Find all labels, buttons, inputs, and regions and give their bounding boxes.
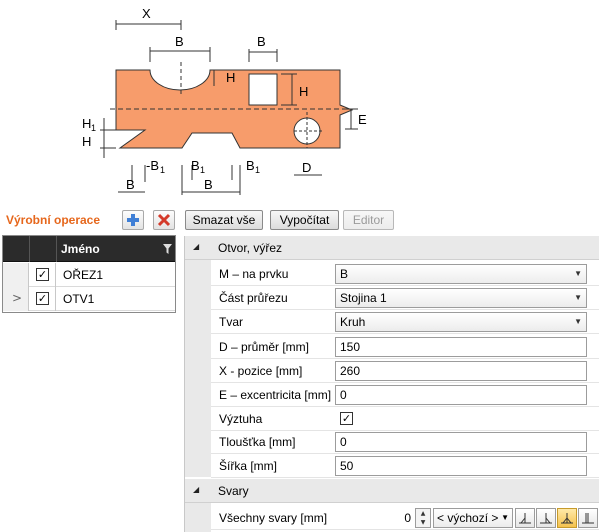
row-header[interactable] (3, 263, 29, 287)
all-welds-row: Všechny svary [mm] 0 ▲ ▼ < výchozí > ▼ (211, 506, 599, 530)
dim-b1-mid-sub: 1 (200, 165, 205, 175)
weld-type-fillet-left-button[interactable] (536, 508, 556, 528)
delete-x-icon (157, 213, 171, 227)
width-row: Šířka [mm] 50 (211, 454, 599, 478)
dim-x-label: X (142, 6, 151, 21)
row-header[interactable]: > (3, 287, 29, 311)
properties-panel: ◢ Otvor, výřez M – na prvku B ▼ Část průř… (184, 236, 599, 532)
current-row-chevron-icon: > (12, 291, 23, 305)
section-title: Otvor, výřez (218, 241, 283, 255)
collapse-triangle-icon[interactable]: ◢ (193, 485, 199, 494)
operations-toolbar: Výrobní operace Smazat vše Vypočítat Edi… (0, 207, 599, 233)
chevron-down-icon: ▼ (574, 269, 582, 278)
x-position-input[interactable]: 260 (335, 361, 587, 381)
operation-row[interactable]: ✓ OŘEZ1 (3, 263, 175, 287)
cut-opening-diagram: X B B H H E H 1 H -B 1 B 1 B 1 D B B (82, 6, 367, 195)
weld-symbol-icon (519, 513, 531, 524)
delete-operation-button[interactable] (153, 210, 175, 230)
stiffener-row: Výztuha ✓ (211, 407, 599, 431)
operations-grid: Jméno ✓ OŘEZ1 > ✓ OTV1 (2, 235, 176, 313)
eccentricity-input[interactable]: 0 (335, 385, 587, 405)
column-name-header[interactable]: Jméno (61, 242, 100, 256)
dim-h-square-label: H (299, 84, 308, 99)
dim-h-left-label: H (82, 134, 91, 149)
part-label: Část průřezu (219, 291, 288, 305)
width-label: Šířka [mm] (219, 459, 278, 473)
member-row: M – na prvku B ▼ (211, 262, 599, 286)
x-position-row: X - pozice [mm] 260 (211, 359, 599, 383)
section-title: Svary (218, 484, 249, 498)
chevron-down-icon: ▼ (574, 293, 582, 302)
x-position-label: X - pozice [mm] (219, 364, 303, 378)
weld-symbol-icon (582, 513, 594, 524)
dim-b-square-label: B (257, 34, 266, 49)
dim-d-label: D (302, 160, 311, 175)
dim-b1-right-sub: 1 (255, 165, 260, 175)
dim-h1-sub: 1 (91, 123, 96, 133)
operation-enabled-checkbox[interactable]: ✓ (36, 292, 49, 305)
weld-type-double-fillet-button[interactable] (557, 508, 577, 528)
weld-type-fillet-both-button[interactable] (515, 508, 535, 528)
diameter-input[interactable]: 150 (335, 337, 587, 357)
thickness-input[interactable]: 0 (335, 432, 587, 452)
dim-b1-right-label: B (246, 158, 255, 173)
delete-all-button[interactable]: Smazat vše (185, 210, 263, 230)
member-label: M – na prvku (219, 267, 289, 281)
all-welds-label: Všechny svary [mm] (219, 511, 328, 525)
weld-symbol-icon (540, 513, 552, 524)
chevron-down-icon: ▼ (501, 513, 509, 522)
square-hole (248, 73, 278, 106)
weld-size-spinner[interactable]: ▲ ▼ (415, 508, 431, 528)
weld-type-butt-button[interactable] (578, 508, 598, 528)
spin-down-icon[interactable]: ▼ (416, 518, 430, 527)
dim-b-bottom-mid-label: B (204, 177, 213, 192)
dim-b1-mid-label: B (191, 158, 200, 173)
operations-title: Výrobní operace (6, 213, 101, 227)
shape-row: Tvar Kruh ▼ (211, 310, 599, 334)
spin-up-icon[interactable]: ▲ (416, 509, 430, 518)
weld-preset-select[interactable]: < výchozí > ▼ (433, 508, 513, 528)
plus-icon (127, 214, 139, 226)
weld-symbol-icon (561, 513, 573, 524)
width-input[interactable]: 50 (335, 456, 587, 476)
operation-enabled-checkbox[interactable]: ✓ (36, 268, 49, 281)
dim-b-cut-label: B (175, 34, 184, 49)
dim-e-label: E (358, 112, 367, 127)
shape-label: Tvar (219, 315, 243, 329)
diameter-label: D – průměr [mm] (219, 340, 310, 354)
eccentricity-label: E – excentricita [mm] (219, 388, 332, 402)
section-opening[interactable]: ◢ Otvor, výřez (185, 236, 599, 260)
chevron-down-icon: ▼ (574, 317, 582, 326)
editor-button[interactable]: Editor (343, 210, 394, 230)
part-row: Část průřezu Stojina 1 ▼ (211, 286, 599, 310)
member-select[interactable]: B ▼ (335, 264, 587, 284)
collapse-triangle-icon[interactable]: ◢ (193, 242, 199, 251)
filter-icon[interactable] (163, 244, 172, 254)
dim-h1-label: H (82, 116, 91, 131)
shape-select[interactable]: Kruh ▼ (335, 312, 587, 332)
dim-neg-b1-sub: 1 (160, 165, 165, 175)
stiffener-label: Výztuha (219, 412, 263, 426)
diameter-row: D – průměr [mm] 150 (211, 335, 599, 359)
operation-name: OTV1 (63, 292, 95, 306)
part-select[interactable]: Stojina 1 ▼ (335, 288, 587, 308)
stiffener-checkbox[interactable]: ✓ (340, 412, 353, 425)
section-welds[interactable]: ◢ Svary (185, 479, 599, 503)
thickness-label: Tloušťka [mm] (219, 435, 296, 449)
eccentricity-row: E – excentricita [mm] 0 (211, 383, 599, 407)
operation-name: OŘEZ1 (63, 268, 104, 282)
add-operation-button[interactable] (122, 210, 144, 230)
calculate-button[interactable]: Vypočítat (270, 210, 339, 230)
dim-h-cut-label: H (226, 70, 235, 85)
dim-neg-b1-label: -B (146, 158, 159, 173)
thickness-row: Tloušťka [mm] 0 (211, 430, 599, 454)
grid-header: Jméno (3, 236, 175, 262)
dim-b-bottom-left-label: B (126, 177, 135, 192)
operation-row[interactable]: > ✓ OTV1 (3, 287, 175, 311)
weld-size-input[interactable]: 0 (369, 511, 411, 525)
